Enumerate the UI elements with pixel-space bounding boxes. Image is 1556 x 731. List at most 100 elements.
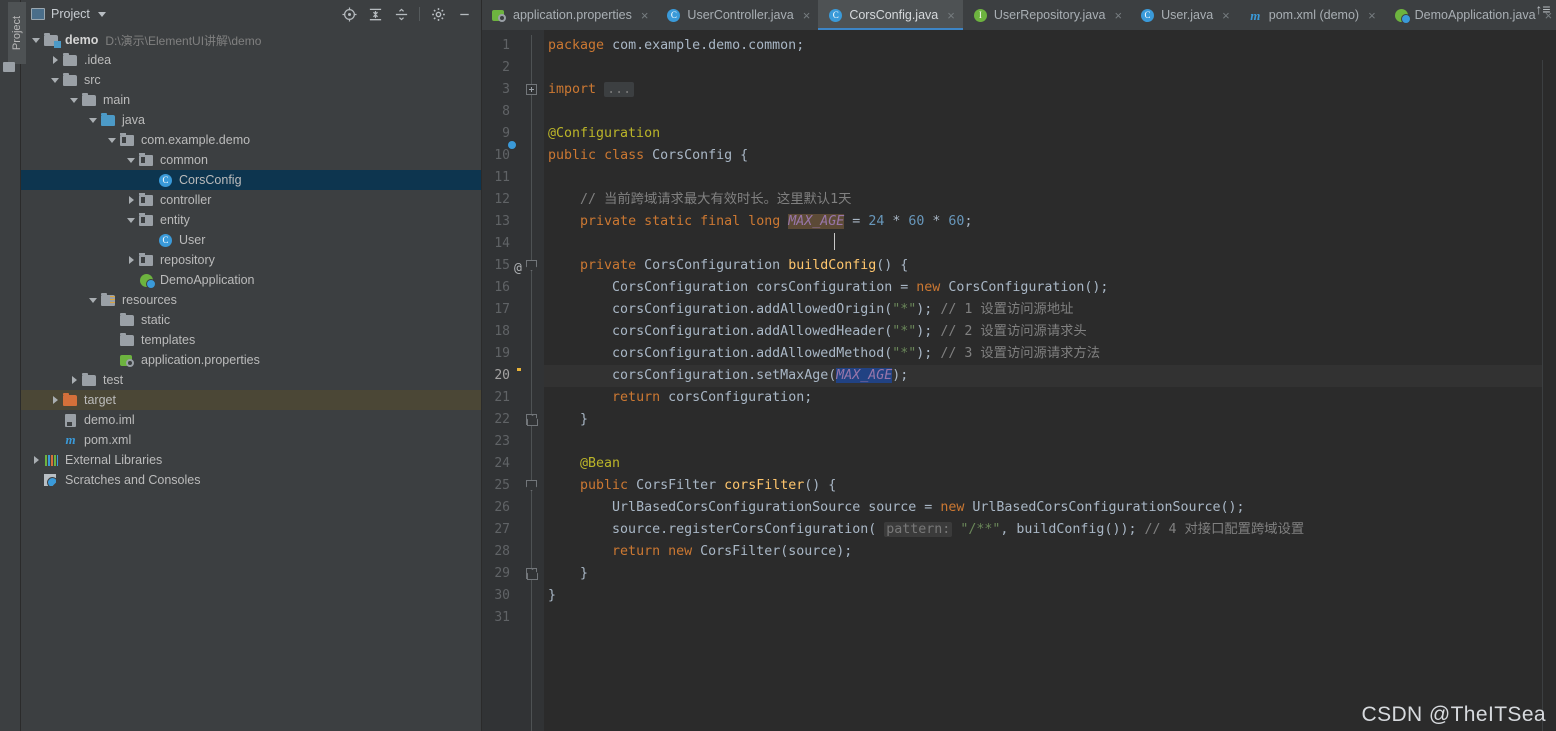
code-line-24[interactable]: @Bean: [544, 453, 1556, 475]
gutter-line-22[interactable]: 22: [482, 409, 544, 431]
code-line-19[interactable]: corsConfiguration.addAllowedMethod("*");…: [544, 343, 1556, 365]
code-line-22[interactable]: }: [544, 409, 1556, 431]
gutter-line-16[interactable]: 16: [482, 277, 544, 299]
code-line-20[interactable]: corsConfiguration.setMaxAge(MAX_AGE);: [544, 365, 1556, 387]
tree-item-java[interactable]: java: [21, 110, 481, 130]
code-line-15[interactable]: private CorsConfiguration buildConfig() …: [544, 255, 1556, 277]
close-icon[interactable]: ×: [1114, 9, 1122, 22]
tree-item-demoapplication[interactable]: DemoApplication: [21, 270, 481, 290]
tree-item-application-properties[interactable]: application.properties: [21, 350, 481, 370]
code-line-13[interactable]: private static final long MAX_AGE = 24 *…: [544, 211, 1556, 233]
tree-item-user[interactable]: C User: [21, 230, 481, 250]
code-line-3[interactable]: import ...: [544, 79, 1556, 101]
code-line-27[interactable]: source.registerCorsConfiguration( patter…: [544, 519, 1556, 541]
gutter-line-27[interactable]: 27: [482, 519, 544, 541]
bean-gutter-icon[interactable]: [514, 456, 530, 472]
intention-bulb-icon[interactable]: [514, 368, 530, 384]
code-line-31[interactable]: [544, 607, 1556, 629]
gutter-line-10[interactable]: 10: [482, 145, 544, 167]
gutter-line-26[interactable]: 26: [482, 497, 544, 519]
gutter-line-1[interactable]: 1: [482, 35, 544, 57]
code-line-23[interactable]: [544, 431, 1556, 453]
gutter-line-29[interactable]: 29: [482, 563, 544, 585]
gutter-line-2[interactable]: 2: [482, 57, 544, 79]
gutter-line-17[interactable]: 17: [482, 299, 544, 321]
close-icon[interactable]: ×: [803, 9, 811, 22]
gutter-line-20[interactable]: 20: [482, 365, 544, 387]
gutter-line-23[interactable]: 23: [482, 431, 544, 453]
chevron-down-icon[interactable]: [124, 210, 138, 230]
project-tree[interactable]: demo D:\演示\ElementUI讲解\demo .idea src main ja…: [21, 28, 481, 731]
chevron-right-icon[interactable]: [29, 450, 43, 470]
chevron-down-icon[interactable]: [67, 90, 81, 110]
editor-scroll-markers[interactable]: [1542, 60, 1556, 731]
close-icon[interactable]: ×: [1222, 9, 1230, 22]
gutter-line-11[interactable]: 11: [482, 167, 544, 189]
close-icon[interactable]: ×: [1368, 9, 1376, 22]
editor-gutter[interactable]: 1 2 3 8 9 10 11 12 13 14 15 @16 17 18 19 20 21 22 23 24 25 26…: [482, 30, 544, 731]
chevron-right-icon[interactable]: [67, 370, 81, 390]
chevron-right-icon[interactable]: [124, 250, 138, 270]
editor-tab-bar[interactable]: application.properties × C UserController.j…: [482, 0, 1556, 30]
chevron-right-icon[interactable]: [48, 50, 62, 70]
gutter-line-19[interactable]: 19: [482, 343, 544, 365]
code-line-26[interactable]: UrlBasedCorsConfigurationSource source =…: [544, 497, 1556, 519]
tree-item-repository[interactable]: repository: [21, 250, 481, 270]
gutter-line-3[interactable]: 3: [482, 79, 544, 101]
annotation-gutter-icon[interactable]: @: [514, 258, 530, 276]
gear-icon[interactable]: [427, 3, 449, 25]
gutter-line-24[interactable]: 24: [482, 453, 544, 475]
collapse-all-icon[interactable]: [390, 3, 412, 25]
tree-item-idea[interactable]: .idea: [21, 50, 481, 70]
minimize-icon[interactable]: [453, 3, 475, 25]
tree-item-common[interactable]: common: [21, 150, 481, 170]
tree-item-demo[interactable]: demo D:\演示\ElementUI讲解\demo: [21, 30, 481, 50]
gutter-line-15[interactable]: 15 @: [482, 255, 544, 277]
tree-item-test[interactable]: test: [21, 370, 481, 390]
project-panel-title-group[interactable]: Project: [31, 7, 106, 21]
tree-item-main[interactable]: main: [21, 90, 481, 110]
chevron-down-icon[interactable]: [124, 150, 138, 170]
chevron-right-icon[interactable]: [48, 390, 62, 410]
gutter-line-28[interactable]: 28: [482, 541, 544, 563]
tab-overflow-icon[interactable]: ↑≡: [1530, 0, 1556, 30]
code-line-11[interactable]: [544, 167, 1556, 189]
code-line-21[interactable]: return corsConfiguration;: [544, 387, 1556, 409]
code-line-10[interactable]: public class CorsConfig {: [544, 145, 1556, 167]
expand-all-icon[interactable]: [364, 3, 386, 25]
code-line-9[interactable]: @Configuration: [544, 123, 1556, 145]
gutter-line-8[interactable]: 8: [482, 101, 544, 123]
editor-tab-corsconfig-java[interactable]: C CorsConfig.java ×: [818, 0, 963, 30]
code-line-2[interactable]: [544, 57, 1556, 79]
chevron-down-icon[interactable]: [48, 70, 62, 90]
tree-item-controller[interactable]: controller: [21, 190, 481, 210]
close-icon[interactable]: ×: [641, 9, 649, 22]
tree-item-scratches-and-consoles[interactable]: Scratches and Consoles: [21, 470, 481, 490]
tree-item-entity[interactable]: entity: [21, 210, 481, 230]
editor-tab-pom-xml-demo[interactable]: m pom.xml (demo) ×: [1238, 0, 1384, 30]
gutter-line-18[interactable]: 18: [482, 321, 544, 343]
chevron-right-icon[interactable]: [124, 190, 138, 210]
tree-item-target[interactable]: target: [21, 390, 481, 410]
code-line-16[interactable]: CorsConfiguration corsConfiguration = ne…: [544, 277, 1556, 299]
gutter-line-31[interactable]: 31: [482, 607, 544, 629]
tree-item-com-example-demo[interactable]: com.example.demo: [21, 130, 481, 150]
chevron-down-icon[interactable]: [86, 110, 100, 130]
code-line-8[interactable]: [544, 101, 1556, 123]
editor-tab-application-properties[interactable]: application.properties ×: [482, 0, 656, 30]
code-line-18[interactable]: corsConfiguration.addAllowedHeader("*");…: [544, 321, 1556, 343]
gutter-line-25[interactable]: 25: [482, 475, 544, 497]
chevron-down-icon[interactable]: [29, 30, 43, 50]
code-lines[interactable]: package com.example.demo.common; import …: [544, 30, 1556, 731]
gutter-line-21[interactable]: 21: [482, 387, 544, 409]
tree-item-demo-iml[interactable]: demo.iml: [21, 410, 481, 430]
code-line-30[interactable]: }: [544, 585, 1556, 607]
gutter-line-14[interactable]: 14: [482, 233, 544, 255]
tree-item-static[interactable]: static: [21, 310, 481, 330]
tree-item-templates[interactable]: templates: [21, 330, 481, 350]
tree-item-src[interactable]: src: [21, 70, 481, 90]
code-line-17[interactable]: corsConfiguration.addAllowedOrigin("*");…: [544, 299, 1556, 321]
gutter-line-30[interactable]: 30: [482, 585, 544, 607]
editor-tab-userrepository-java[interactable]: I UserRepository.java ×: [963, 0, 1130, 30]
code-line-29[interactable]: }: [544, 563, 1556, 585]
